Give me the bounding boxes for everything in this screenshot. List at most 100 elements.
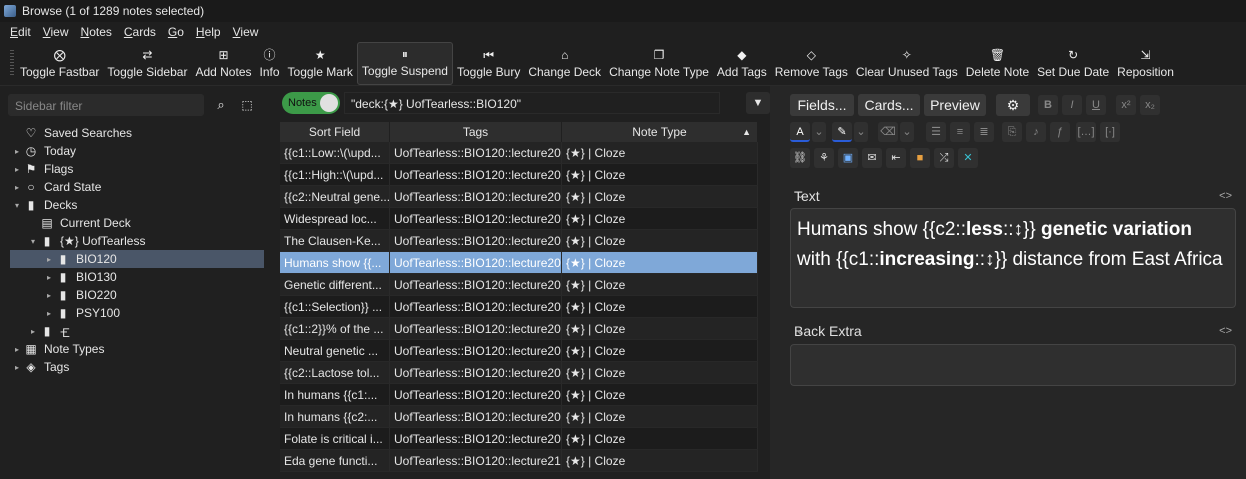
preview-button[interactable]: Preview xyxy=(924,94,986,116)
menu-view[interactable]: View xyxy=(227,25,265,39)
underline-icon[interactable]: U xyxy=(1086,95,1106,115)
html-editor-icon[interactable]: <> xyxy=(1219,190,1232,202)
table-row[interactable]: {{c1::High::\(\upd... UofTearless::BIO120… xyxy=(280,164,758,186)
sidebar-item-bio220[interactable]: ▸ ▮ BIO220 xyxy=(0,286,272,304)
expand-arrow-icon[interactable]: ▸ xyxy=(12,165,22,174)
expand-arrow-icon[interactable]: ▾ xyxy=(28,237,38,246)
attachment-icon[interactable]: ⎘ xyxy=(1002,122,1022,142)
highlight-icon[interactable]: ✎ xyxy=(832,122,852,142)
expand-arrow-icon[interactable]: ▸ xyxy=(12,363,22,372)
toolbar-grip[interactable] xyxy=(10,50,14,77)
menu-help[interactable]: Help xyxy=(190,25,227,39)
selection-tool-icon[interactable]: ⬚ xyxy=(236,94,258,116)
expand-arrow-icon[interactable]: ▾ xyxy=(12,201,22,210)
comment-icon[interactable]: ✉ xyxy=(862,148,882,168)
expand-arrow-icon[interactable]: ▸ xyxy=(44,291,54,300)
reposition-button[interactable]: ⇲ Reposition xyxy=(1113,42,1178,85)
table-row[interactable]: Folate is critical i... UofTearless::BIO1… xyxy=(280,428,758,450)
table-row[interactable]: Eda gene functi... UofTearless::BIO120::l… xyxy=(280,450,758,472)
table-row[interactable]: {{c1::Selection}} ... UofTearless::BIO120… xyxy=(280,296,758,318)
subscript-icon[interactable]: x₂ xyxy=(1140,95,1160,115)
sidebar-item-tags[interactable]: ▸ ◈ Tags xyxy=(0,358,272,376)
clear-unused-tags-button[interactable]: ✧ Clear Unused Tags xyxy=(852,42,962,85)
table-row[interactable]: Genetic different... UofTearless::BIO120:… xyxy=(280,274,758,296)
toggle-sidebar-button[interactable]: ⇄ Toggle Sidebar xyxy=(103,42,191,85)
text-field-editor[interactable]: Humans show {{c2::less::↕}} genetic vari… xyxy=(790,208,1236,308)
table-row[interactable]: {{c1::2}}% of the ... UofTearless::BIO120… xyxy=(280,318,758,340)
sidebar-item-note-types[interactable]: ▸ ▦ Note Types xyxy=(0,340,272,358)
image-occlusion-icon[interactable]: ▣ xyxy=(838,148,858,168)
cards-button[interactable]: Cards... xyxy=(858,94,920,116)
toggle-suspend-button[interactable]: ⏸ Toggle Suspend xyxy=(356,42,453,85)
back-extra-field-editor[interactable] xyxy=(790,344,1236,386)
delete-note-button[interactable]: 🗑 Delete Note xyxy=(962,42,1033,85)
set-due-date-button[interactable]: ↻ Set Due Date xyxy=(1033,42,1113,85)
remove-tags-button[interactable]: ◇ Remove Tags xyxy=(771,42,852,85)
expand-arrow-icon[interactable]: ▸ xyxy=(44,273,54,282)
chevron-down-icon[interactable]: ⌄ xyxy=(812,122,826,142)
align-icon[interactable]: ≣ xyxy=(974,122,994,142)
text-color-icon[interactable]: A xyxy=(790,122,810,142)
bullet-list-icon[interactable]: ☰ xyxy=(926,122,946,142)
table-row[interactable]: In humans {{c2:... UofTearless::BIO120::l… xyxy=(280,406,758,428)
table-row[interactable]: Widespread loc... UofTearless::BIO120::le… xyxy=(280,208,758,230)
column-header-sort-field[interactable]: Sort Field xyxy=(280,122,390,142)
notes-cards-toggle[interactable]: Notes xyxy=(282,92,340,114)
change-note-type-button[interactable]: ❐ Change Note Type xyxy=(605,42,713,85)
italic-icon[interactable]: I xyxy=(1062,95,1082,115)
add-notes-button[interactable]: ⊞ Add Notes xyxy=(191,42,255,85)
numbered-list-icon[interactable]: ≡ xyxy=(950,122,970,142)
package-icon[interactable]: ■ xyxy=(910,148,930,168)
menu-edit[interactable]: Edit xyxy=(4,25,37,39)
sidebar-item--uoftearless[interactable]: ▾ ▮ {★} UofTearless xyxy=(0,232,272,250)
table-row[interactable]: In humans {{c1:... UofTearless::BIO120::l… xyxy=(280,384,758,406)
toggle-fastbar-button[interactable]: ⨂ Toggle Fastbar xyxy=(16,42,103,85)
expand-arrow-icon[interactable]: ▸ xyxy=(44,255,54,264)
menu-go[interactable]: Go xyxy=(162,25,190,39)
expand-arrow-icon[interactable]: ▸ xyxy=(44,309,54,318)
expand-arrow-icon[interactable]: ▸ xyxy=(12,183,22,192)
search-input[interactable]: "deck:{★} UofTearless::BIO120" xyxy=(344,92,720,114)
sidebar-item-today[interactable]: ▸ ◷ Today xyxy=(0,142,272,160)
formula-icon[interactable]: ƒ xyxy=(1050,122,1070,142)
column-header-tags[interactable]: Tags xyxy=(390,122,562,142)
table-row[interactable]: Neutral genetic ... UofTearless::BIO120::… xyxy=(280,340,758,362)
cloze-same-icon[interactable]: [·] xyxy=(1100,122,1120,142)
search-icon[interactable]: ⌕ xyxy=(210,94,232,116)
sidebar-item-card-state[interactable]: ▸ ○ Card State xyxy=(0,178,272,196)
expand-arrow-icon[interactable]: ▸ xyxy=(12,345,22,354)
sidebar-item-current-deck[interactable]: ▤ Current Deck xyxy=(0,214,272,232)
chevron-down-icon[interactable]: ⌄ xyxy=(854,122,868,142)
sidebar-item--[interactable]: ▸ ▮ 🝗 xyxy=(0,322,272,340)
table-row[interactable]: {{c2::Neutral gene... UofTearless::BIO120… xyxy=(280,186,758,208)
sidebar-item-flags[interactable]: ▸ ⚑ Flags xyxy=(0,160,272,178)
menu-view[interactable]: View xyxy=(37,25,75,39)
add-tags-button[interactable]: ◆ Add Tags xyxy=(713,42,771,85)
sidebar-item-bio130[interactable]: ▸ ▮ BIO130 xyxy=(0,268,272,286)
superscript-icon[interactable]: x² xyxy=(1116,95,1136,115)
change-deck-button[interactable]: ⌂ Change Deck xyxy=(524,42,605,85)
shuffle-icon[interactable]: ⤮ xyxy=(934,148,954,168)
bold-icon[interactable]: B xyxy=(1038,95,1058,115)
info-button[interactable]: ⓘ Info xyxy=(256,42,284,85)
expand-arrow-icon[interactable]: ▸ xyxy=(12,147,22,156)
toggle-bury-button[interactable]: ⏮ Toggle Bury xyxy=(453,42,524,85)
link-icon[interactable]: ⛓ xyxy=(790,148,810,168)
menu-cards[interactable]: Cards xyxy=(118,25,162,39)
microphone-icon[interactable]: ♪ xyxy=(1026,122,1046,142)
menu-notes[interactable]: Notes xyxy=(75,25,118,39)
fields-button[interactable]: Fields... xyxy=(790,94,854,116)
toggle-mark-button[interactable]: ★ Toggle Mark xyxy=(284,42,357,85)
table-row[interactable]: {{c2::Lactose tol... UofTearless::BIO120:… xyxy=(280,362,758,384)
cloze-icon[interactable]: […] xyxy=(1076,122,1096,142)
hierarchy-icon[interactable]: ⚘ xyxy=(814,148,834,168)
chevron-down-icon[interactable]: ⌄ xyxy=(900,122,914,142)
table-row[interactable]: {{c1::Low::\(\upd... UofTearless::BIO120:… xyxy=(280,142,758,164)
sidebar-item-bio120[interactable]: ▸ ▮ BIO120 xyxy=(10,250,264,268)
sidebar-item-decks[interactable]: ▾ ▮ Decks xyxy=(0,196,272,214)
column-header-note-type[interactable]: Note Type ▲ xyxy=(562,122,758,142)
outdent-icon[interactable]: ⇤ xyxy=(886,148,906,168)
gear-icon[interactable]: ⚙ xyxy=(996,94,1030,116)
eraser-icon[interactable]: ⌫ xyxy=(878,122,898,142)
sidebar-item-psy100[interactable]: ▸ ▮ PSY100 xyxy=(0,304,272,322)
